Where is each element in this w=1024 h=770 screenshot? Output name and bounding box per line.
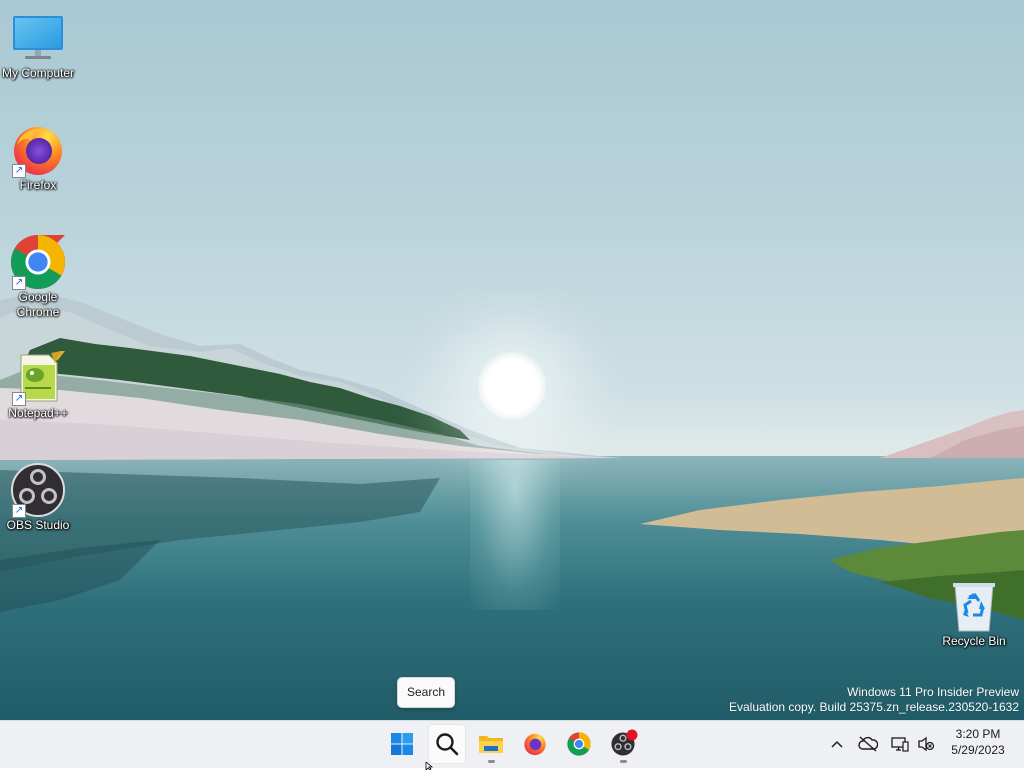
desktop-icon-obs-studio[interactable]: ↗ OBS Studio xyxy=(0,463,76,533)
running-indicator xyxy=(620,760,627,763)
desktop-icon-label: OBS Studio xyxy=(6,518,70,532)
clock-button[interactable]: 3:20 PM 5/29/2023 xyxy=(940,726,1016,758)
desktop-icon-my-computer[interactable]: My Computer xyxy=(0,12,76,81)
windows-evaluation-watermark: Windows 11 Pro Insider Preview Evaluatio… xyxy=(729,685,1019,715)
shortcut-arrow-icon: ↗ xyxy=(12,276,26,290)
desktop-icon-label: My Computer xyxy=(1,66,75,80)
mouse-cursor-icon xyxy=(425,762,434,770)
clock-date: 5/29/2023 xyxy=(951,743,1005,757)
show-hidden-icons-button[interactable] xyxy=(827,734,847,754)
running-indicator xyxy=(488,760,495,763)
network-icon xyxy=(891,737,909,752)
windows-start-icon xyxy=(391,733,413,755)
watermark-line-2: Evaluation copy. Build 25375.zn_release.… xyxy=(729,700,1019,714)
desktop-icon-google-chrome[interactable]: ↗ Google Chrome xyxy=(0,234,76,320)
obs-taskbar-button[interactable] xyxy=(604,724,642,764)
shortcut-arrow-icon: ↗ xyxy=(12,392,26,406)
desktop-icon-recycle-bin[interactable]: Recycle Bin xyxy=(936,580,1012,649)
desktop-icon-notepadpp[interactable]: ↗ Notepad++ xyxy=(0,351,76,421)
firefox-icon: ↗ xyxy=(10,124,66,178)
recycle-bin-icon xyxy=(946,580,1002,632)
desktop-icon-label: Notepad++ xyxy=(8,406,68,420)
volume-muted-icon xyxy=(918,736,935,752)
folder-icon xyxy=(479,736,503,753)
chrome-icon: ↗ xyxy=(10,234,66,290)
desktop[interactable]: My Computer ↗ Firefox ↗ Google Chrome ↗ … xyxy=(0,0,1024,720)
sun xyxy=(478,352,546,420)
firefox-taskbar-button[interactable] xyxy=(516,724,554,764)
desktop-icon-firefox[interactable]: ↗ Firefox xyxy=(0,124,76,193)
obs-icon: ↗ xyxy=(10,463,66,518)
recording-badge-icon xyxy=(626,729,638,741)
desktop-icon-label: Google Chrome xyxy=(16,290,60,319)
volume-tray-button[interactable] xyxy=(916,734,936,754)
file-explorer-button[interactable] xyxy=(472,724,510,764)
onedrive-tray-button[interactable] xyxy=(858,734,878,754)
sun-reflection xyxy=(470,460,560,610)
desktop-icon-label: Recycle Bin xyxy=(942,634,1006,648)
firefox-icon xyxy=(524,733,546,756)
search-tooltip: Search xyxy=(397,677,456,708)
notepadpp-icon: ↗ xyxy=(10,351,66,406)
network-tray-button[interactable] xyxy=(890,734,910,754)
clock-time: 3:20 PM xyxy=(955,727,1001,741)
search-button[interactable] xyxy=(428,724,466,764)
watermark-line-1: Windows 11 Pro Insider Preview xyxy=(847,685,1019,699)
chrome-icon xyxy=(567,732,591,756)
shortcut-arrow-icon: ↗ xyxy=(12,504,26,518)
cloud-offline-icon xyxy=(858,736,878,752)
monitor-icon xyxy=(10,12,66,64)
desktop-icon-label: Firefox xyxy=(19,178,57,192)
search-icon xyxy=(436,733,459,756)
start-button[interactable] xyxy=(383,724,421,764)
shortcut-arrow-icon: ↗ xyxy=(12,164,26,178)
chrome-taskbar-button[interactable] xyxy=(560,724,598,764)
chevron-up-icon xyxy=(831,740,843,748)
